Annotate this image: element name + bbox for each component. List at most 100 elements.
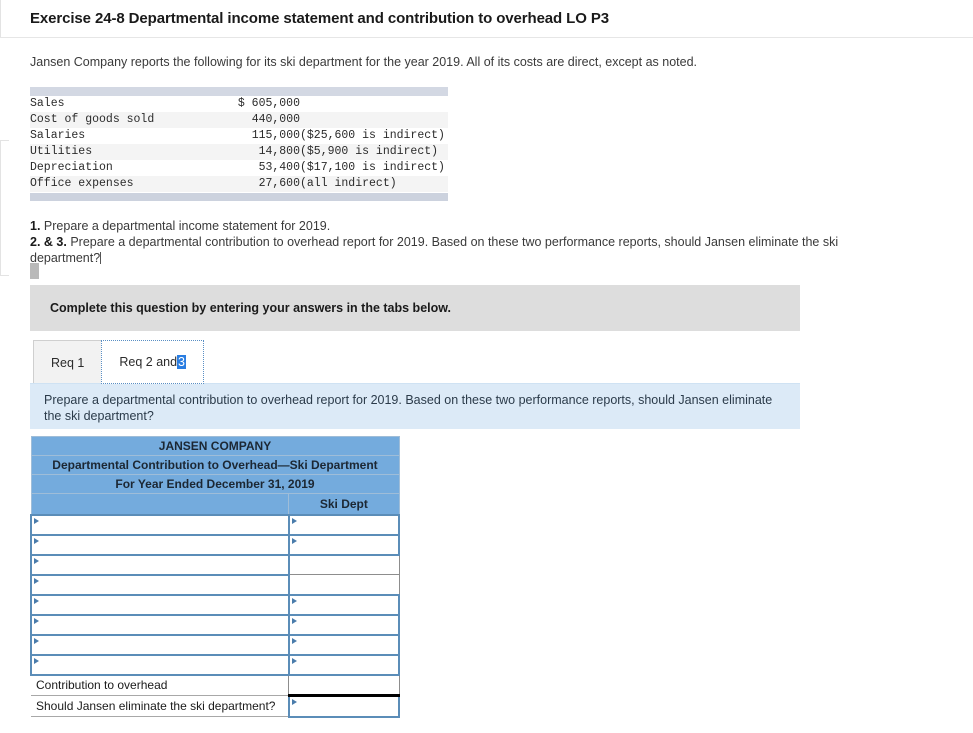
page-edge-rule-mid [0,140,1,275]
worksheet-amount-input-6[interactable] [287,613,401,636]
worksheet-column-header-left [30,493,290,515]
worksheet-label-input-4[interactable] [30,573,290,596]
table-row: Office expenses 27,600 (all indirect) [30,176,448,192]
instruction-banner: Complete this question by entering your … [30,285,800,331]
given-row-note: ($5,900 is indirect) [300,145,439,158]
exercise-intro-text: Jansen Company reports the following for… [30,55,698,69]
page-edge-tick-top [0,140,9,141]
page-edge-tick-bottom [0,275,9,276]
worksheet-label-input-5[interactable] [30,593,290,616]
worksheet-label-input-8[interactable] [30,653,290,676]
dropdown-triangle-icon [291,597,297,604]
worksheet-input-row [30,553,400,576]
tab-req-1[interactable]: Req 1 [33,340,103,384]
dropdown-triangle-icon [291,637,297,644]
worksheet-input-row [30,653,401,676]
given-data-block: Sales $ 605,000 Cost of goods sold 440,0… [30,87,448,201]
requirement-1-number: 1. [30,219,41,233]
contribution-worksheet: JANSEN COMPANY Departmental Contribution… [30,436,401,718]
worksheet-column-header-ski-dept: Ski Dept [288,493,400,515]
tab-req-2-and-3-label: Req 2 and [119,355,178,369]
worksheet-input-row [30,593,401,616]
worksheet-label-input-7[interactable] [30,633,290,656]
given-row-note: (all indirect) [300,177,397,190]
tab-strip: Req 1 Req 2 and 3 [33,340,204,384]
requirements-list: 1. Prepare a departmental income stateme… [30,218,860,266]
page-title: Exercise 24-8 Departmental income statem… [30,10,610,27]
given-row-note: ($25,600 is indirect) [300,129,445,142]
requirement-2-number: 2. & 3. [30,235,67,249]
worksheet-input-row [30,513,401,536]
worksheet-contribution-label: Contribution to overhead [31,674,289,696]
given-row-amount: 27,600 [258,177,300,190]
worksheet-input-row [30,533,401,556]
table-row: Utilities 14,800 ($5,900 is indirect) [30,144,448,160]
worksheet-column-header-row: Ski Dept [30,493,400,515]
dropdown-triangle-icon [291,699,297,705]
dropdown-triangle-icon [291,617,297,624]
given-row-amount: 53,400 [258,161,300,174]
dropdown-triangle-icon [34,537,39,544]
given-row-amount: 115,000 [251,129,300,142]
table-row: Salaries 115,000 ($25,600 is indirect) [30,128,448,144]
worksheet-contribution-amount[interactable] [288,674,400,697]
worksheet-title-row-3: For Year Ended December 31, 2019 [30,474,400,494]
worksheet-company-name: JANSEN COMPANY [30,436,400,456]
given-row-label: Salaries [30,129,86,142]
dropdown-triangle-icon [34,517,39,524]
table-row: Cost of goods sold 440,000 [30,112,448,128]
worksheet-total-row: Contribution to overhead [31,674,400,697]
dropdown-triangle-icon [34,637,39,644]
text-caret [100,252,102,264]
dropdown-triangle-icon [291,657,297,664]
given-row-amount: 440,000 [251,113,300,126]
worksheet-label-input-2[interactable] [30,533,290,556]
worksheet-label-input-1[interactable] [30,513,290,536]
question-prompt-text: Prepare a departmental contribution to o… [44,393,773,423]
dropdown-triangle-icon [34,597,39,604]
question-prompt-panel: Prepare a departmental contribution to o… [30,384,800,429]
dropdown-triangle-icon [291,517,297,524]
requirement-1: 1. Prepare a departmental income stateme… [30,218,860,234]
given-row-amount: $ 605,000 [237,97,300,110]
dropdown-triangle-icon [34,557,39,564]
tab-label-selected-char: 3 [177,355,186,369]
given-row-label: Cost of goods sold [30,113,155,126]
requirement-1-text: Prepare a departmental income statement … [43,219,331,233]
worksheet-amount-input-2[interactable] [287,533,401,556]
worksheet-decision-input[interactable] [287,694,401,718]
worksheet-decision-label: Should Jansen eliminate the ski departme… [31,695,289,717]
worksheet-amount-input-8[interactable] [287,653,401,676]
tab-req-2-and-3[interactable]: Req 2 and 3 [101,340,204,384]
worksheet-amount-input-3[interactable] [288,553,400,575]
given-row-label: Depreciation [30,161,113,174]
grey-marker-block [30,263,39,279]
requirement-2-text: Prepare a departmental contribution to o… [30,235,839,265]
given-data-foot-bar [30,193,448,201]
requirement-2: 2. & 3. Prepare a departmental contribut… [30,234,860,266]
exercise-header: Exercise 24-8 Departmental income statem… [0,0,973,38]
dropdown-triangle-icon [34,657,39,664]
worksheet-amount-input-4[interactable] [288,574,400,595]
given-data-body: Sales $ 605,000 Cost of goods sold 440,0… [30,96,448,192]
given-data-cap-bar [30,87,448,96]
tab-req-1-label: Req 1 [51,355,85,370]
given-row-note [300,112,448,128]
given-row-note [300,96,448,112]
worksheet-amount-input-1[interactable] [287,513,401,536]
dropdown-triangle-icon [34,577,39,584]
worksheet-body: JANSEN COMPANY Departmental Contribution… [30,436,401,718]
worksheet-period: For Year Ended December 31, 2019 [30,474,400,494]
given-data-table: Sales $ 605,000 Cost of goods sold 440,0… [30,96,448,192]
worksheet-input-row [30,573,400,596]
worksheet-label-input-3[interactable] [30,553,290,576]
table-row: Depreciation 53,400 ($17,100 is indirect… [30,160,448,176]
dropdown-triangle-icon [34,617,39,624]
worksheet-amount-input-7[interactable] [287,633,401,656]
worksheet-input-row [30,633,401,656]
given-row-note: ($17,100 is indirect) [300,161,445,174]
worksheet-label-input-6[interactable] [30,613,290,636]
table-row: Sales $ 605,000 [30,96,448,112]
worksheet-amount-input-5[interactable] [287,593,401,616]
dropdown-triangle-icon [291,537,297,544]
